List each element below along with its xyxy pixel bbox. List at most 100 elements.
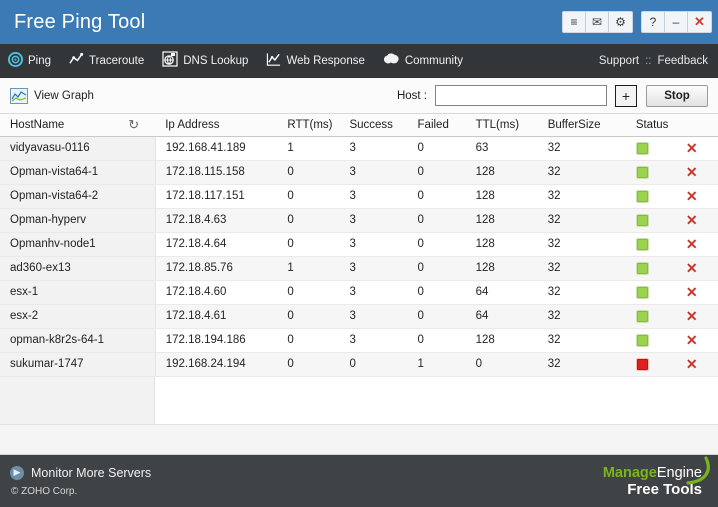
cell-ttl: 0 <box>465 352 538 377</box>
gear-icon[interactable]: ⚙ <box>609 12 632 32</box>
mail-icon[interactable]: ✉ <box>586 12 609 32</box>
nav-item-ping[interactable]: Ping <box>8 51 51 70</box>
cell-ttl: 128 <box>465 208 538 233</box>
nav-separator: :: <box>645 54 652 67</box>
cell-rtt: 0 <box>277 232 340 257</box>
monitor-more-servers-link[interactable]: ▶ Monitor More Servers <box>10 465 151 480</box>
ping-results-panel: HostName ↻ Ip Address RTT(ms) Success Fa… <box>0 114 718 455</box>
cell-ttl: 64 <box>465 280 538 305</box>
column-header-hostname[interactable]: HostName ↻ <box>0 114 156 137</box>
delete-row-icon[interactable]: ✕ <box>686 189 698 203</box>
cell-delete[interactable]: ✕ <box>675 208 718 233</box>
cell-ip-address: 172.18.4.64 <box>155 232 278 257</box>
title-bar: Free Ping Tool ≡ ✉ ⚙ ? – ✕ <box>0 0 718 44</box>
cell-rtt: 0 <box>277 208 340 233</box>
main-nav: Ping Traceroute DNS Lookup Web Response … <box>0 44 718 78</box>
cell-status <box>625 304 676 329</box>
cell-success: 0 <box>339 352 408 377</box>
cell-buffersize: 32 <box>537 184 626 209</box>
cell-hostname: Opman-vista64-2 <box>0 184 156 209</box>
table-row[interactable]: sukumar-1747 192.168.24.194 0 0 1 0 32 ✕ <box>0 352 718 377</box>
cell-buffersize: 32 <box>537 280 626 305</box>
delete-row-icon[interactable]: ✕ <box>686 333 698 347</box>
delete-row-icon[interactable]: ✕ <box>686 357 698 371</box>
cell-status <box>625 280 676 305</box>
titlebar-tool-group: ≡ ✉ ⚙ <box>562 11 633 33</box>
status-indicator-green <box>635 333 649 347</box>
cell-delete[interactable]: ✕ <box>675 352 718 377</box>
delete-row-icon[interactable]: ✕ <box>686 261 698 275</box>
delete-row-icon[interactable]: ✕ <box>686 285 698 299</box>
status-indicator-red <box>635 357 649 371</box>
support-link[interactable]: Support <box>599 55 639 67</box>
cell-failed: 0 <box>407 160 466 185</box>
cell-delete[interactable]: ✕ <box>675 136 718 161</box>
stop-button[interactable]: Stop <box>646 84 708 107</box>
delete-row-icon[interactable]: ✕ <box>686 141 698 155</box>
app-window: Free Ping Tool ≡ ✉ ⚙ ? – ✕ Ping Tracerou… <box>0 0 718 507</box>
close-button[interactable]: ✕ <box>688 12 711 32</box>
cell-ttl: 128 <box>465 184 538 209</box>
logo-manage: Manage <box>602 464 657 481</box>
feedback-link[interactable]: Feedback <box>657 55 708 67</box>
cell-delete[interactable]: ✕ <box>675 280 718 305</box>
cell-ip-address: 172.18.194.186 <box>155 328 278 353</box>
cell-delete[interactable]: ✕ <box>675 256 718 281</box>
tool-row: View Graph Host : + Stop <box>0 78 718 114</box>
minimize-button[interactable]: – <box>665 12 688 32</box>
cell-hostname: vidyavasu-0116 <box>0 136 156 161</box>
cell-hostname: sukumar-1747 <box>0 352 156 377</box>
cell-delete[interactable]: ✕ <box>675 184 718 209</box>
delete-row-icon[interactable]: ✕ <box>686 309 698 323</box>
column-header-failed[interactable]: Failed <box>407 114 466 137</box>
delete-row-icon[interactable]: ✕ <box>686 213 698 227</box>
table-row[interactable]: opman-k8r2s-64-1 172.18.194.186 0 3 0 128 32 ✕ <box>0 328 718 353</box>
nav-label-traceroute: Traceroute <box>89 54 145 67</box>
help-button[interactable]: ? <box>642 12 665 32</box>
cell-delete[interactable]: ✕ <box>675 304 718 329</box>
cell-delete[interactable]: ✕ <box>675 232 718 257</box>
delete-row-icon[interactable]: ✕ <box>686 237 698 251</box>
cell-delete[interactable]: ✕ <box>675 328 718 353</box>
cell-rtt: 1 <box>277 256 340 281</box>
table-row[interactable]: Opman-vista64-2 172.18.117.151 0 3 0 128 32 ✕ <box>0 184 718 209</box>
table-row[interactable]: Opman-vista64-1 172.18.115.158 0 3 0 128 32 ✕ <box>0 160 718 185</box>
cell-ip-address: 192.168.24.194 <box>155 352 278 377</box>
menu-icon[interactable]: ≡ <box>563 12 586 32</box>
host-input[interactable] <box>435 85 607 106</box>
column-header-status[interactable]: Status <box>625 114 676 137</box>
chevron-right-icon: ▶ <box>10 465 24 480</box>
refresh-icon[interactable]: ↻ <box>128 117 139 133</box>
table-row[interactable]: ad360-ex13 172.18.85.76 1 3 0 128 32 ✕ <box>0 256 718 281</box>
cell-rtt: 0 <box>277 280 340 305</box>
cell-delete[interactable]: ✕ <box>675 160 718 185</box>
table-row[interactable]: Opmanhv-node1 172.18.4.64 0 3 0 128 32 ✕ <box>0 232 718 257</box>
column-label-hostname: HostName <box>10 118 65 131</box>
cell-success: 3 <box>339 328 408 353</box>
status-indicator-green <box>635 309 649 323</box>
table-row[interactable]: Opman-hyperv 172.18.4.63 0 3 0 128 32 ✕ <box>0 208 718 233</box>
cell-failed: 0 <box>407 256 466 281</box>
add-host-button[interactable]: + <box>615 84 637 107</box>
table-row[interactable]: esx-1 172.18.4.60 0 3 0 64 32 ✕ <box>0 280 718 305</box>
cloud-icon <box>383 52 400 69</box>
column-header-success[interactable]: Success <box>339 114 408 137</box>
cell-buffersize: 32 <box>537 328 626 353</box>
column-header-rtt[interactable]: RTT(ms) <box>277 114 340 137</box>
delete-row-icon[interactable]: ✕ <box>686 165 698 179</box>
column-header-ip-address[interactable]: Ip Address <box>155 114 278 137</box>
view-graph-button[interactable]: View Graph <box>10 87 94 104</box>
nav-item-web-response[interactable]: Web Response <box>266 52 365 70</box>
status-indicator-green <box>635 285 649 299</box>
app-title: Free Ping Tool <box>14 10 146 33</box>
column-header-ttl[interactable]: TTL(ms) <box>465 114 538 137</box>
table-header: HostName ↻ Ip Address RTT(ms) Success Fa… <box>0 114 718 137</box>
column-header-buffersize[interactable]: BufferSize <box>537 114 626 137</box>
cell-success: 3 <box>339 256 408 281</box>
table-row[interactable]: vidyavasu-0116 192.168.41.189 1 3 0 63 32 ✕ <box>0 136 718 161</box>
nav-item-community[interactable]: Community <box>383 52 463 69</box>
status-indicator-green <box>635 189 649 203</box>
nav-item-dns-lookup[interactable]: DNS Lookup <box>162 51 248 70</box>
nav-item-traceroute[interactable]: Traceroute <box>69 52 144 70</box>
table-row[interactable]: esx-2 172.18.4.61 0 3 0 64 32 ✕ <box>0 304 718 329</box>
